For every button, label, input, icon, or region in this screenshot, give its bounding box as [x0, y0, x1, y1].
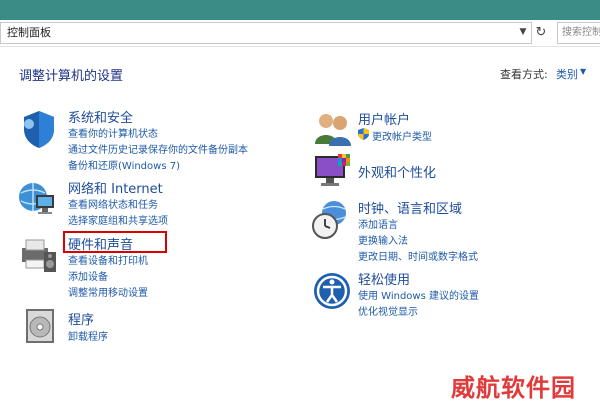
watermark-text: 威航软件园 — [451, 374, 576, 402]
view-by-dropdown[interactable]: 类别 — [556, 66, 578, 82]
user-accounts-icon — [315, 114, 351, 146]
hardware-link-1[interactable]: 查看设备和打印机 — [68, 252, 148, 267]
appearance-monitor-icon — [315, 154, 350, 186]
search-input[interactable]: 搜索控制面板 — [557, 22, 600, 44]
control-panel-main: 调整计算机的设置 查看方式: 类别 ▼ 系统和安全 查看你的计算机状态 通过文件… — [0, 48, 600, 407]
highlight-box — [63, 231, 167, 253]
printer-speaker-icon — [22, 239, 56, 272]
refresh-icon[interactable]: ↻ — [533, 22, 549, 44]
hardware-link-2[interactable]: 添加设备 — [68, 268, 108, 283]
ease-link-1[interactable]: 使用 Windows 建议的设置 — [358, 287, 479, 302]
system-link-3[interactable]: 备份和还原(Windows 7) — [68, 157, 180, 172]
address-dropdown-icon[interactable]: ▼ — [516, 24, 530, 40]
chevron-down-icon[interactable]: ▼ — [580, 67, 586, 76]
uac-shield-icon — [358, 128, 369, 140]
clock-link-2[interactable]: 更换输入法 — [358, 232, 408, 247]
view-by-label: 查看方式: — [500, 68, 548, 81]
hardware-link-3[interactable]: 调整常用移动设置 — [68, 284, 148, 299]
ease-link-2[interactable]: 优化视觉显示 — [358, 303, 418, 318]
category-ease-access-heading[interactable]: 轻松使用 — [358, 269, 410, 288]
network-link-2[interactable]: 选择家庭组和共享选项 — [68, 212, 168, 227]
system-link-1[interactable]: 查看你的计算机状态 — [68, 125, 158, 140]
category-clock-region-heading[interactable]: 时钟、语言和区域 — [358, 198, 462, 217]
category-programs-heading[interactable]: 程序 — [68, 309, 94, 328]
shield-icon — [24, 111, 54, 148]
programs-disc-icon — [26, 309, 54, 343]
category-network-heading[interactable]: 网络和 Internet — [68, 178, 163, 197]
ease-of-access-icon — [314, 273, 350, 309]
window-titlebar — [0, 0, 600, 20]
accounts-link-1[interactable]: 更改帐户类型 — [372, 128, 432, 143]
clock-link-3[interactable]: 更改日期、时间或数字格式 — [358, 248, 478, 263]
network-link-1[interactable]: 查看网络状态和任务 — [68, 196, 158, 211]
address-field[interactable]: 控制面板 — [0, 22, 532, 44]
clock-globe-icon — [312, 201, 346, 239]
programs-link-1[interactable]: 卸载程序 — [68, 328, 108, 343]
address-path: 控制面板 — [7, 26, 51, 39]
clock-link-1[interactable]: 添加语言 — [358, 216, 398, 231]
search-placeholder: 搜索控制面板 — [562, 27, 600, 38]
page-title: 调整计算机的设置 — [19, 69, 124, 84]
category-system-security-heading[interactable]: 系统和安全 — [68, 107, 133, 126]
address-bar-row: 控制面板 ▼ ↻ 搜索控制面板 — [0, 20, 600, 47]
category-appearance-heading[interactable]: 外观和个性化 — [358, 162, 436, 181]
system-link-2[interactable]: 通过文件历史记录保存你的文件备份副本 — [68, 141, 248, 156]
network-globe-icon — [19, 183, 54, 214]
category-user-accounts-heading[interactable]: 用户帐户 — [358, 109, 410, 128]
